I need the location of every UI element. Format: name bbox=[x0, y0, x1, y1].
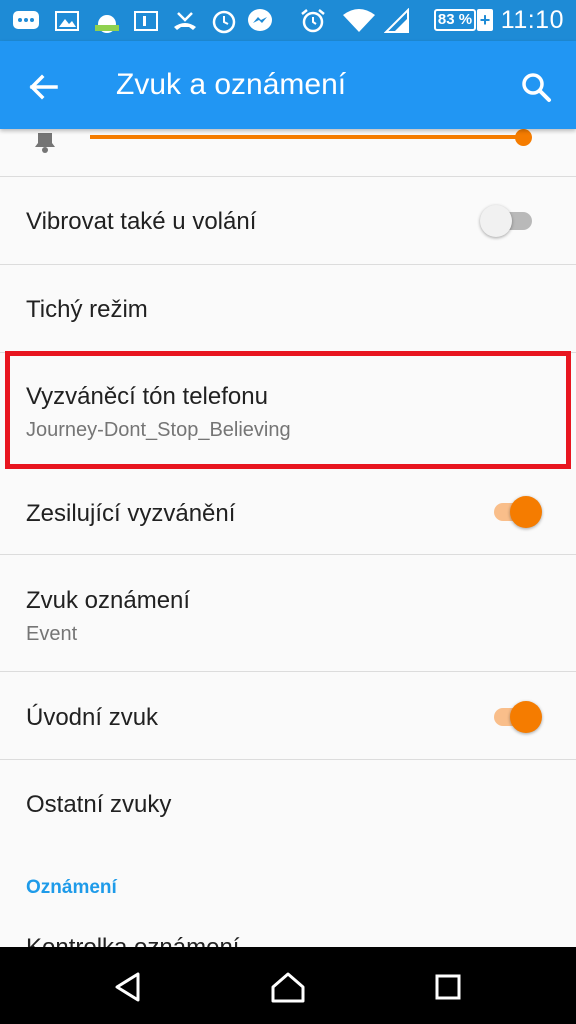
nav-back-button[interactable] bbox=[106, 965, 150, 1009]
notifications-section-header: Oznámení bbox=[26, 877, 117, 898]
volume-slider-thumb[interactable] bbox=[515, 129, 532, 146]
recents-square-icon bbox=[435, 974, 461, 1000]
other-sounds-label: Ostatní zvuky bbox=[26, 791, 172, 818]
ringtone-label: Vyzváněcí tón telefonu bbox=[26, 383, 268, 410]
page-title: Zvuk a oznámení bbox=[116, 68, 347, 101]
weather-icon bbox=[92, 8, 122, 34]
back-arrow-icon bbox=[29, 74, 58, 100]
status-time: 11:10 bbox=[500, 6, 564, 34]
messaging-icon bbox=[12, 8, 40, 34]
status-bar: 83 % + 11:10 bbox=[0, 0, 576, 41]
messenger-icon bbox=[246, 8, 274, 34]
alarm-clock-app-icon bbox=[210, 8, 238, 34]
other-sounds-row[interactable]: Ostatní zvuky bbox=[0, 760, 576, 848]
ascending-ringtone-toggle[interactable] bbox=[488, 491, 544, 531]
silent-mode-label: Tichý režim bbox=[26, 296, 148, 323]
notification-light-label[interactable]: Kontrolka oznámení bbox=[26, 934, 239, 947]
signal-icon bbox=[384, 8, 410, 34]
ascending-ringtone-label: Zesilující vyzvánění bbox=[26, 500, 236, 527]
missed-call-icon bbox=[170, 8, 200, 34]
wifi-icon bbox=[342, 8, 376, 34]
battery-charging-indicator: + bbox=[477, 9, 493, 31]
gallery-icon bbox=[54, 8, 80, 34]
battery-icon: 83 % bbox=[434, 9, 476, 31]
back-button[interactable] bbox=[22, 65, 66, 109]
startup-sound-label: Úvodní zvuk bbox=[26, 704, 159, 731]
volume-slider-track[interactable] bbox=[90, 135, 524, 139]
ringtone-row[interactable]: Vyzváněcí tón telefonu Journey-Dont_Stop… bbox=[0, 353, 576, 467]
settings-list[interactable]: Vibrovat také u volání Tichý režim Vyzvá… bbox=[0, 129, 576, 947]
vibrate-on-calls-row[interactable]: Vibrovat také u volání bbox=[0, 177, 576, 265]
ringer-volume-row bbox=[0, 129, 576, 177]
search-icon bbox=[522, 73, 551, 102]
triangle-back-icon bbox=[115, 972, 140, 1002]
vibrate-on-calls-label: Vibrovat také u volání bbox=[26, 208, 257, 235]
navigation-bar bbox=[0, 947, 576, 1024]
ringtone-value: Journey-Dont_Stop_Believing bbox=[26, 419, 291, 441]
silent-mode-row[interactable]: Tichý režim bbox=[0, 265, 576, 353]
nav-recents-button[interactable] bbox=[426, 965, 470, 1009]
startup-sound-toggle[interactable] bbox=[488, 696, 544, 736]
notification-sound-value: Event bbox=[26, 623, 78, 645]
vibrate-on-calls-toggle[interactable] bbox=[480, 200, 536, 240]
alarm-icon bbox=[299, 8, 327, 34]
nav-home-button[interactable] bbox=[266, 965, 310, 1009]
bell-icon bbox=[35, 133, 55, 153]
notification-sound-row[interactable]: Zvuk oznámení Event bbox=[0, 555, 576, 672]
search-button[interactable] bbox=[514, 65, 558, 109]
home-icon bbox=[271, 972, 305, 1003]
info-card-icon bbox=[133, 8, 159, 34]
ascending-ringtone-row[interactable]: Zesilující vyzvánění bbox=[0, 467, 576, 555]
startup-sound-row[interactable]: Úvodní zvuk bbox=[0, 672, 576, 760]
app-bar: Zvuk a oznámení bbox=[0, 41, 576, 129]
notification-sound-label: Zvuk oznámení bbox=[26, 587, 191, 614]
